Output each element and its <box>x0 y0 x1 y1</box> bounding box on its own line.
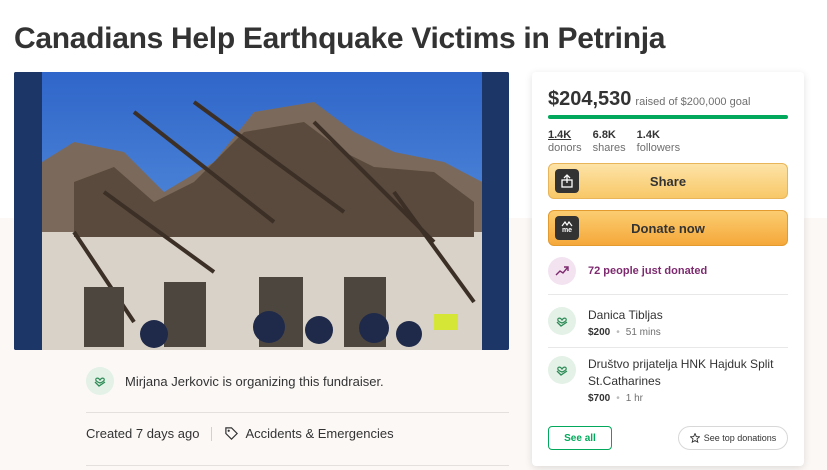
stat-donors[interactable]: 1.4K donors <box>548 129 582 154</box>
donation-item: Danica Tibljas $200 • 51 mins <box>548 307 778 338</box>
organizer-text: Mirjana Jerkovic is organizing this fund… <box>125 373 384 389</box>
divider <box>548 347 788 348</box>
tag-icon <box>224 426 239 441</box>
donation-amount: $200 <box>588 327 611 338</box>
donor-name: Danica Tibljas <box>588 308 663 322</box>
organizer-row: Mirjana Jerkovic is organizing this fund… <box>86 367 384 395</box>
logo-text: me <box>561 227 573 234</box>
category-link[interactable]: Accidents & Emergencies <box>245 426 393 441</box>
separator-dot: • <box>616 393 620 404</box>
share-label: Share <box>649 173 687 189</box>
gofundme-logo-icon: me <box>555 216 579 240</box>
donation-time: 1 hr <box>625 393 643 404</box>
fundraiser-meta: Created 7 days ago Accidents & Emergenci… <box>86 426 394 441</box>
donate-now-button[interactable]: me Donate now <box>548 210 788 246</box>
donor-name: Društvo prijatelja HNK Hajduk Split St.C… <box>588 357 774 388</box>
share-icon <box>555 169 579 193</box>
stat-value: 1.4K <box>636 129 660 141</box>
page-title: Canadians Help Earthquake Victims in Pet… <box>14 22 666 55</box>
stats-row: 1.4K donors 6.8K shares 1.4K followers <box>548 129 691 154</box>
divider <box>548 294 788 295</box>
heart-hand-icon <box>86 367 114 395</box>
see-all-button[interactable]: See all <box>548 426 612 450</box>
raised-summary: $204,530 raised of $200,000 goal <box>548 88 750 111</box>
collapsed-building-photo <box>14 72 509 350</box>
stat-value: 1.4K <box>548 129 572 141</box>
hero-image[interactable] <box>14 72 509 350</box>
stat-shares: 6.8K shares <box>593 129 626 154</box>
donation-item: Društvo prijatelja HNK Hajduk Split St.C… <box>548 356 778 404</box>
stat-label: donors <box>548 142 582 154</box>
recent-donations-banner: 72 people just donated <box>548 257 707 285</box>
share-button[interactable]: Share <box>548 163 788 199</box>
donation-time: 51 mins <box>625 327 661 338</box>
see-top-donations-button[interactable]: See top donations <box>678 426 788 450</box>
donate-label: Donate now <box>631 220 705 236</box>
stat-label: shares <box>592 142 626 154</box>
created-date: Created 7 days ago <box>86 426 200 441</box>
raised-amount: $204,530 <box>548 88 632 110</box>
donation-sidebar: $204,530 raised of $200,000 goal 1.4K do… <box>532 72 804 466</box>
stat-followers: 1.4K followers <box>637 129 680 154</box>
heart-hand-icon <box>548 307 576 335</box>
divider <box>86 412 509 413</box>
stat-label: followers <box>636 142 681 154</box>
separator-dot: • <box>616 327 620 338</box>
progress-bar <box>548 115 788 119</box>
donation-amount: $700 <box>588 393 611 404</box>
recent-donations-text: 72 people just donated <box>588 265 708 277</box>
goal-text: raised of $200,000 goal <box>635 96 751 108</box>
divider <box>86 465 509 466</box>
see-top-donations-label: See top donations <box>703 433 777 443</box>
stat-value: 6.8K <box>592 129 616 141</box>
progress-fill <box>548 115 788 119</box>
star-icon <box>689 433 700 443</box>
trending-up-icon <box>548 257 576 285</box>
divider <box>211 426 213 441</box>
heart-hand-icon <box>548 356 576 384</box>
